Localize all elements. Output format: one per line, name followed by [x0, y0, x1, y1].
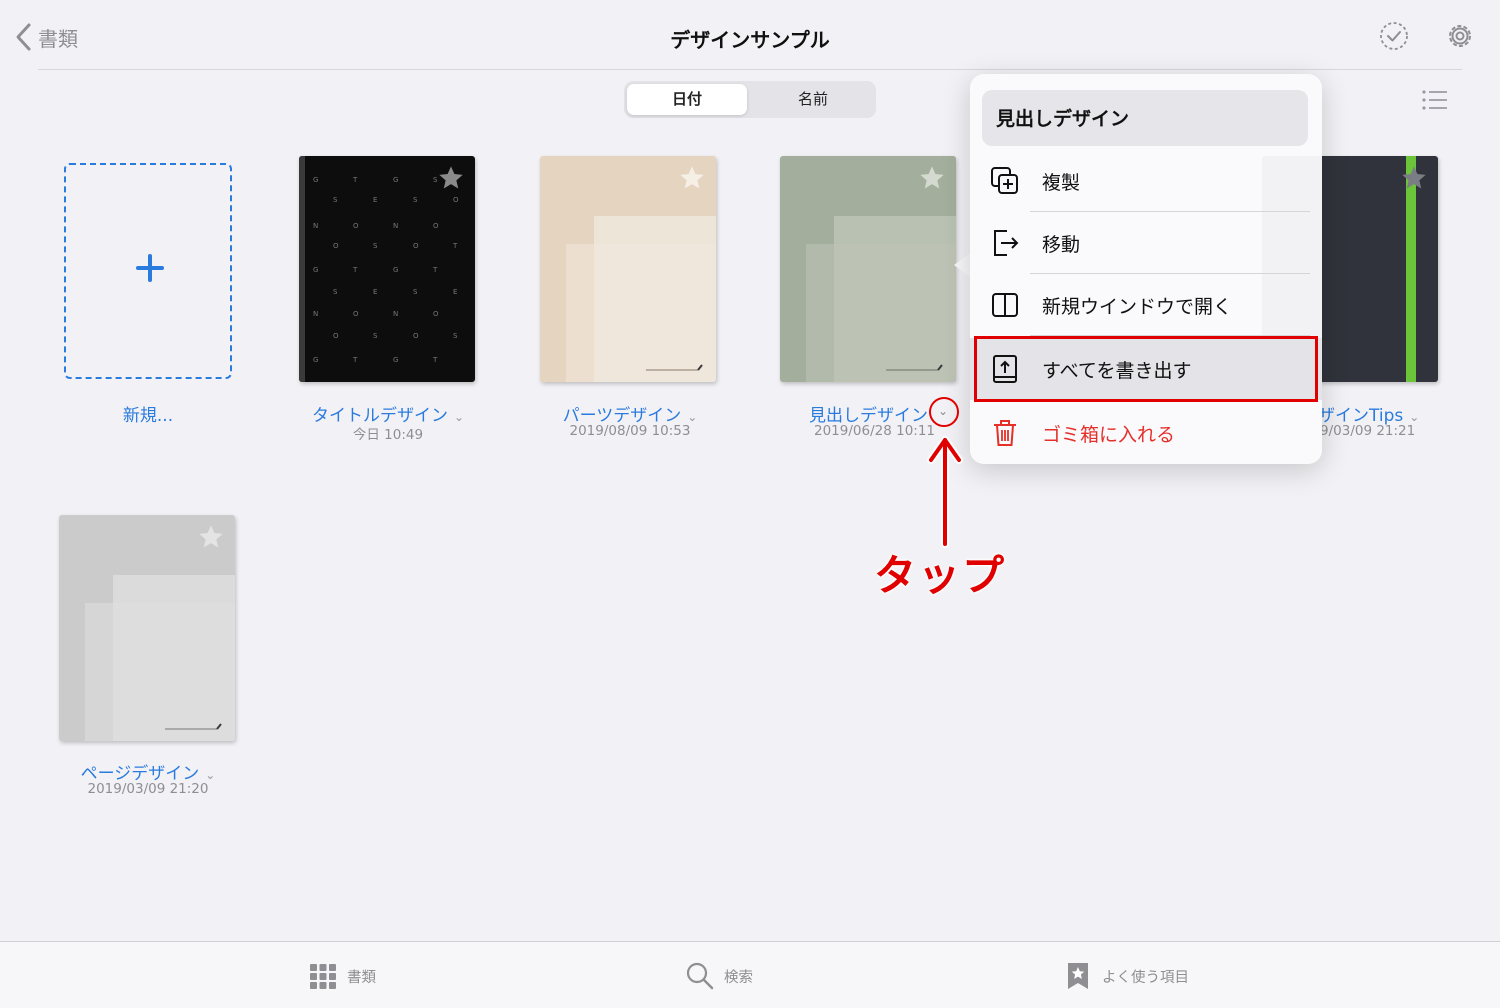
svg-text:O: O	[353, 222, 359, 230]
checkmark-circle-icon[interactable]	[1378, 20, 1410, 52]
svg-text:S: S	[373, 242, 378, 250]
document-thumbnail[interactable]: GTGS SESO NONO OSOT GTGT SESE NONO OSOS …	[299, 156, 475, 382]
document-date: 今日 10:49	[352, 427, 424, 443]
grid-icon	[310, 964, 336, 989]
svg-text:S: S	[413, 196, 418, 204]
document-thumbnail[interactable]	[780, 156, 956, 382]
menu-item-label: 新規ウインドウで開く	[1042, 296, 1233, 318]
svg-text:G: G	[393, 356, 398, 364]
tab-bar: 書類 検索 よく使う項目	[0, 941, 1500, 1008]
menu-item-new-window[interactable]: 新規ウインドウで開く	[970, 274, 1322, 336]
arrow-up-icon	[927, 436, 963, 548]
svg-text:E: E	[453, 288, 457, 296]
svg-text:T: T	[352, 356, 358, 364]
chevron-down-icon[interactable]: ⌄	[687, 410, 697, 424]
context-menu: 見出しデザイン 複製 移動 新規ウインドウで開く すべてを書き出す ゴミ箱に入れ…	[970, 74, 1322, 464]
svg-text:G: G	[313, 176, 318, 184]
svg-text:G: G	[393, 266, 398, 274]
svg-text:O: O	[413, 332, 419, 340]
document-date: 2019/08/09 10:53	[569, 423, 691, 439]
pen-line-icon	[886, 364, 943, 371]
tab-label: 検索	[724, 969, 753, 986]
menu-item-label: ゴミ箱に入れる	[1042, 424, 1176, 446]
header-divider	[38, 69, 1462, 70]
svg-text:S: S	[373, 332, 378, 340]
svg-text:G: G	[313, 266, 318, 274]
svg-text:T: T	[452, 242, 458, 250]
svg-text:O: O	[453, 196, 459, 204]
svg-text:T: T	[352, 266, 358, 274]
menu-item-label: 移動	[1042, 234, 1081, 256]
svg-text:O: O	[413, 242, 419, 250]
pen-line-icon	[646, 364, 703, 371]
new-document-label[interactable]: 新規...	[64, 401, 232, 426]
svg-text:N: N	[313, 222, 318, 230]
menu-item-duplicate[interactable]: 複製	[970, 150, 1322, 212]
favorite-star-icon[interactable]	[918, 164, 946, 192]
chevron-down-icon[interactable]: ⌄	[454, 410, 464, 424]
document-thumbnail[interactable]	[540, 156, 716, 382]
svg-text:E: E	[373, 288, 377, 296]
svg-text:O: O	[333, 242, 339, 250]
tab-label: 書類	[347, 969, 376, 986]
menu-item-label: 複製	[1042, 172, 1081, 194]
menu-item-move[interactable]: 移動	[970, 212, 1322, 274]
duplicate-icon	[991, 167, 1018, 194]
favorite-star-icon[interactable]	[197, 523, 225, 551]
sort-segmented-control[interactable]: 日付 名前	[624, 81, 876, 118]
plus-icon	[136, 254, 164, 282]
document-date: 2019/03/09 21:20	[87, 781, 209, 797]
svg-text:N: N	[313, 310, 318, 318]
svg-text:T: T	[432, 266, 438, 274]
tab-documents[interactable]: 書類	[309, 962, 376, 990]
svg-text:S: S	[453, 332, 458, 340]
favorite-star-icon[interactable]	[678, 164, 706, 192]
chevron-down-icon[interactable]: ⌄	[938, 404, 948, 418]
svg-text:N: N	[393, 222, 398, 230]
chevron-down-icon[interactable]: ⌄	[1409, 410, 1419, 424]
search-icon	[686, 962, 714, 990]
context-menu-title: 見出しデザイン	[996, 108, 1130, 130]
svg-text:T: T	[352, 176, 358, 184]
tap-annotation: タップ	[874, 551, 1007, 600]
move-icon	[994, 230, 1019, 256]
svg-text:O: O	[433, 310, 439, 318]
favorite-star-icon[interactable]	[437, 164, 465, 192]
svg-text:T: T	[432, 356, 438, 364]
gear-icon[interactable]	[1444, 20, 1476, 52]
tab-favorites[interactable]: よく使う項目	[1064, 962, 1189, 990]
split-window-icon	[992, 293, 1018, 317]
list-view-icon[interactable]	[1420, 88, 1450, 114]
svg-text:S: S	[413, 288, 418, 296]
svg-text:S: S	[333, 288, 338, 296]
sort-by-date[interactable]: 日付	[627, 84, 747, 115]
tab-search[interactable]: 検索	[686, 962, 753, 990]
document-date: 9/03/09 21:21	[1320, 423, 1416, 439]
tab-label: よく使う項目	[1102, 969, 1189, 986]
svg-text:O: O	[433, 222, 439, 230]
bookmark-star-icon	[1068, 963, 1088, 989]
menu-item-trash[interactable]: ゴミ箱に入れる	[970, 402, 1322, 464]
document-thumbnail[interactable]	[59, 515, 235, 741]
svg-text:G: G	[313, 356, 318, 364]
sort-by-name[interactable]: 名前	[753, 84, 873, 115]
svg-text:O: O	[353, 310, 359, 318]
trash-icon	[994, 420, 1016, 446]
svg-text:S: S	[333, 196, 338, 204]
pen-line-icon	[165, 723, 222, 730]
highlight-box	[974, 336, 1318, 402]
svg-text:O: O	[333, 332, 339, 340]
context-menu-header: 見出しデザイン	[982, 90, 1308, 146]
page-title: デザインサンプル	[670, 28, 830, 52]
svg-text:G: G	[393, 176, 398, 184]
svg-text:N: N	[393, 310, 398, 318]
svg-text:E: E	[373, 196, 377, 204]
favorite-star-icon[interactable]	[1400, 164, 1428, 192]
chevron-down-icon[interactable]: ⌄	[205, 768, 215, 782]
